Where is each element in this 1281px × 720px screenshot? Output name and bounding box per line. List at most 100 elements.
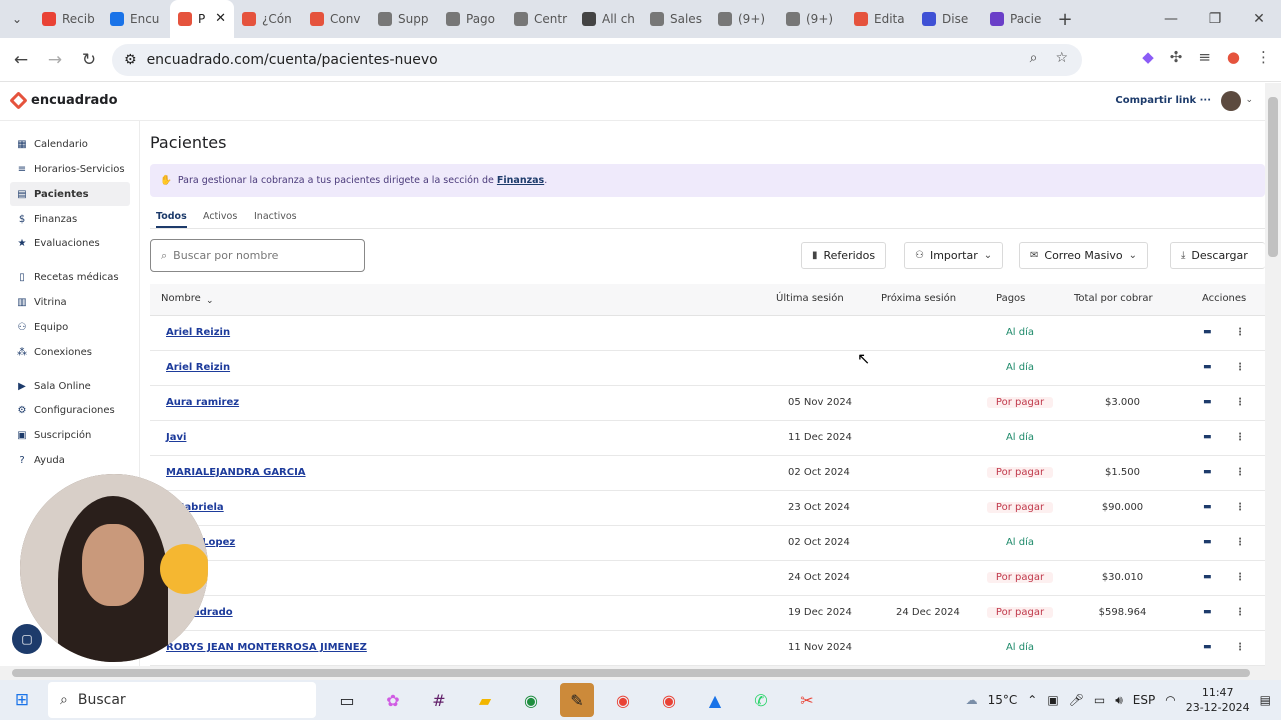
sidebar-item[interactable]: ⁂ Conexiones <box>10 340 130 364</box>
calendar-icon[interactable]: ▬ <box>1203 327 1212 337</box>
notification-icon[interactable]: ▤ <box>1260 693 1271 707</box>
table-row[interactable]: Javi 11 Dec 2024 Al día ▬ ⋮ <box>150 421 1265 456</box>
whatsapp-icon[interactable]: ✆ <box>744 683 778 717</box>
browser-tab[interactable]: Edita <box>846 0 914 38</box>
patient-name-link[interactable]: Ariel Reizin <box>166 327 230 338</box>
browser-tab[interactable]: ¿Cón <box>234 0 302 38</box>
chat-icon[interactable]: ▢ <box>12 624 42 654</box>
browser-tab[interactable]: Supp <box>370 0 438 38</box>
patient-name-link[interactable]: Aura ramirez <box>166 397 239 408</box>
sidebar-item[interactable]: ? Ayuda <box>10 448 130 472</box>
sidebar-item[interactable]: ▤ Pacientes <box>10 182 130 206</box>
sidebar-item[interactable]: ≡ Horarios-Servicios <box>10 157 130 181</box>
avatar[interactable] <box>1221 91 1241 111</box>
sidebar-item[interactable]: ▥ Vitrina <box>10 290 130 314</box>
tab-todos[interactable]: Todos <box>156 211 187 228</box>
referidos-button[interactable]: ▮ Referidos <box>801 242 887 269</box>
browser-tab[interactable]: Sales <box>642 0 710 38</box>
volume-icon[interactable]: 🔊︎ <box>1115 693 1123 708</box>
minimize-button[interactable]: — <box>1149 0 1193 38</box>
sidebar-item[interactable]: ▶ Sala Online <box>10 374 130 398</box>
slack-icon[interactable]: # <box>422 683 456 717</box>
browser-tab[interactable]: All ch <box>574 0 642 38</box>
url-text[interactable]: encuadrado.com/cuenta/pacientes-nuevo <box>147 52 438 68</box>
browser-tab[interactable]: P ✕ <box>170 0 234 38</box>
chevron-down-icon[interactable]: ⌄ <box>1245 95 1253 105</box>
battery-icon[interactable]: ▭ <box>1094 693 1105 707</box>
browser-tab[interactable]: Conv <box>302 0 370 38</box>
sticky-notes-icon[interactable]: ✎ <box>560 683 594 717</box>
windows-start-icon[interactable]: ⊞ <box>0 690 44 710</box>
more-options-icon[interactable]: ⋮ <box>1235 467 1245 478</box>
menu-icon[interactable]: ⋮ <box>1256 48 1271 66</box>
browser-tab[interactable]: Pago <box>438 0 506 38</box>
calendar-icon[interactable]: ▬ <box>1203 642 1212 652</box>
address-bar[interactable]: ⚙ encuadrado.com/cuenta/pacientes-nuevo … <box>112 44 1082 76</box>
restore-button[interactable]: ❐ <box>1193 0 1237 38</box>
media-icon[interactable]: ≡ <box>1198 48 1211 66</box>
correo-masivo-button[interactable]: ✉ Correo Masivo ⌄ <box>1019 242 1149 269</box>
browser-tab[interactable]: Encu <box>102 0 170 38</box>
sidebar-item[interactable]: ▣ Suscripción <box>10 423 130 447</box>
chrome-icon[interactable]: ◉ <box>652 683 686 717</box>
more-options-icon[interactable]: ⋮ <box>1235 327 1245 338</box>
forward-button[interactable]: → <box>38 50 72 70</box>
chrome-icon[interactable]: ◉ <box>514 683 548 717</box>
patient-name-link[interactable]: Ariel Reizin <box>166 362 230 373</box>
calendar-icon[interactable]: ▬ <box>1203 572 1212 582</box>
back-button[interactable]: ← <box>4 50 38 70</box>
sidebar-item[interactable]: ▯ Recetas médicas <box>10 265 130 289</box>
new-tab-button[interactable]: + <box>1050 9 1080 30</box>
wifi-icon[interactable]: ◠ <box>1165 693 1175 707</box>
browser-tab[interactable]: (9+) <box>710 0 778 38</box>
horizontal-scrollbar[interactable] <box>0 666 1281 680</box>
calendar-icon[interactable]: ▬ <box>1203 537 1212 547</box>
bookmark-star-icon[interactable]: ☆ <box>1055 50 1068 66</box>
meet-icon[interactable]: ▣ <box>1047 693 1058 707</box>
brand-logo[interactable]: encuadrado <box>9 91 118 110</box>
vertical-scrollbar[interactable] <box>1265 83 1281 666</box>
chevron-up-icon[interactable]: ⌃ <box>1027 693 1037 707</box>
photos-icon[interactable]: ▲ <box>698 683 732 717</box>
tab-inactivos[interactable]: Inactivos <box>254 211 297 222</box>
table-row[interactable]: MARIALEJANDRA GARCIA 02 Oct 2024 Por pagar… <box>150 456 1265 491</box>
table-row[interactable]: a Gabriela23 Oct 2024Por pagar$90.000▬⋮ <box>150 491 1265 526</box>
extension-icon[interactable]: ◆ <box>1142 48 1154 66</box>
browser-tab[interactable]: Pacie <box>982 0 1050 38</box>
descargar-button[interactable]: ⤓ Descargar <box>1170 242 1265 269</box>
chrome-icon[interactable]: ◉ <box>606 683 640 717</box>
sidebar-item[interactable]: ★ Evaluaciones <box>10 231 130 255</box>
mic-icon[interactable]: 🎤︎ <box>1069 693 1084 707</box>
more-options-icon[interactable]: ⋮ <box>1235 572 1245 583</box>
patient-name-link[interactable]: Javi <box>166 432 186 443</box>
language[interactable]: ESP <box>1133 693 1155 707</box>
calendar-icon[interactable]: ▬ <box>1203 467 1212 477</box>
browser-tab[interactable]: (9+) <box>778 0 846 38</box>
importar-button[interactable]: ⚇ Importar ⌄ <box>904 242 1004 269</box>
table-row[interactable]: Chacin24 Oct 2024Por pagar$30.010▬⋮ <box>150 561 1265 596</box>
table-row[interactable]: Ariel Reizin Al día ▬ ⋮ <box>150 351 1265 386</box>
calendar-icon[interactable]: ▬ <box>1203 502 1212 512</box>
more-options-icon[interactable]: ⋮ <box>1235 397 1245 408</box>
more-options-icon[interactable]: ⋮ <box>1235 607 1245 618</box>
more-options-icon[interactable]: ⋮ <box>1235 642 1245 653</box>
col-nombre[interactable]: Nombre <box>161 293 201 304</box>
table-row[interactable]: andra Lopez02 Oct 2024Al día▬⋮ <box>150 526 1265 561</box>
tab-activos[interactable]: Activos <box>203 211 237 222</box>
search-input[interactable]: ⌕ Buscar por nombre <box>150 239 365 272</box>
task-view-icon[interactable]: ▭ <box>330 683 364 717</box>
sidebar-item[interactable]: ⚙ Configuraciones <box>10 398 130 422</box>
site-info-icon[interactable]: ⚙ <box>124 52 137 68</box>
puzzle-icon[interactable]: ✣ <box>1170 48 1183 66</box>
sort-icon[interactable]: ⌄ <box>206 296 214 306</box>
table-row[interactable]: ROBYS JEAN MONTERROSA JIMENEZ 11 Nov 2024… <box>150 631 1265 666</box>
browser-tab[interactable]: Centr <box>506 0 574 38</box>
browser-tab[interactable]: Recib <box>34 0 102 38</box>
browser-tab[interactable]: Dise <box>914 0 982 38</box>
snipping-icon[interactable]: ✂ <box>790 683 824 717</box>
more-options-icon[interactable]: ⋮ <box>1235 362 1245 373</box>
more-options-icon[interactable]: ⋮ <box>1235 537 1245 548</box>
share-link-button[interactable]: Compartir link ··· <box>1115 95 1211 106</box>
close-tab-icon[interactable]: ✕ <box>215 11 226 26</box>
table-row[interactable]: Ariel Reizin Al día ▬ ⋮ <box>150 316 1265 351</box>
